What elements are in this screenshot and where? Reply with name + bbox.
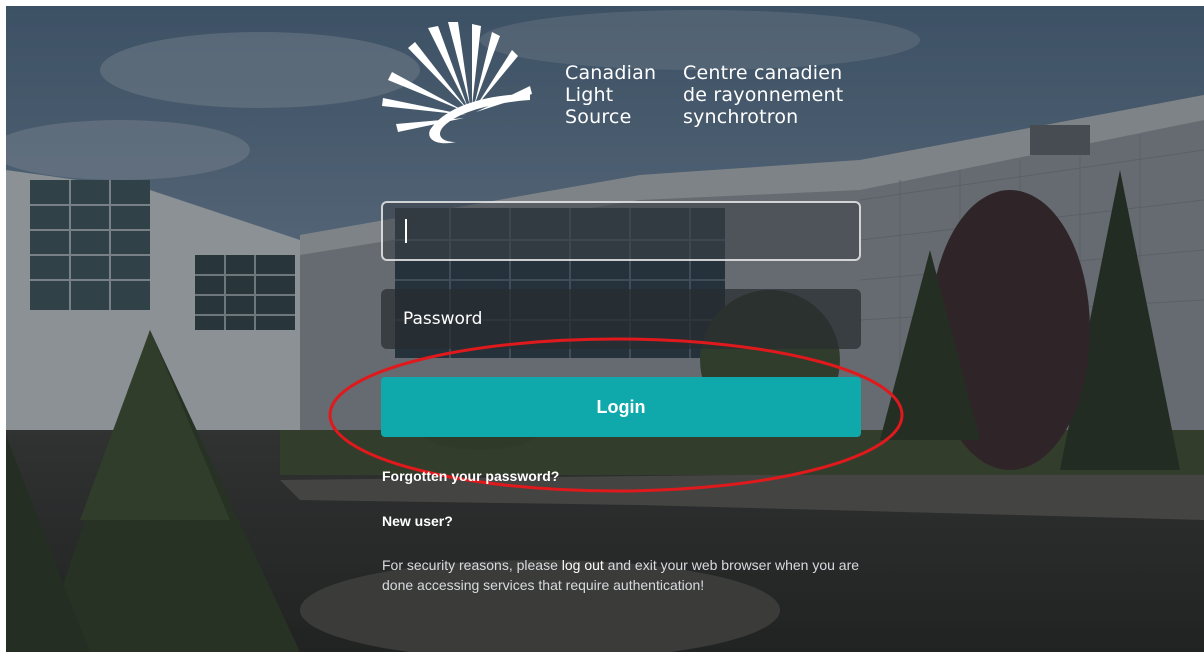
- username-input[interactable]: [381, 201, 861, 261]
- security-notice: For security reasons, please log out and…: [382, 555, 862, 595]
- logout-link[interactable]: log out: [562, 557, 604, 573]
- logo-french-line: Centre canadien: [683, 62, 843, 84]
- new-user-link[interactable]: New user?: [382, 513, 453, 529]
- logo-french-name: Centre canadien de rayonnement synchrotr…: [683, 62, 843, 128]
- forgot-password-link[interactable]: Forgotten your password?: [382, 468, 559, 484]
- logo-french-line: synchrotron: [683, 106, 799, 128]
- logo-english-line: Source: [565, 106, 632, 128]
- organization-logo: Canadian Light Source Centre canadien de…: [380, 22, 880, 152]
- frame-border-left: [0, 0, 6, 652]
- text-caret: [405, 219, 407, 243]
- logo-english-line: Light: [565, 84, 614, 106]
- logo-english-line: Canadian: [565, 62, 657, 84]
- frame-border-top: [0, 0, 1204, 6]
- password-placeholder: Password: [403, 309, 483, 329]
- notice-text-before: For security reasons, please: [382, 557, 562, 573]
- logo-english-name: Canadian Light Source: [565, 62, 656, 128]
- logo-french-line: de rayonnement: [683, 84, 844, 106]
- sunburst-logo-icon: [382, 22, 532, 144]
